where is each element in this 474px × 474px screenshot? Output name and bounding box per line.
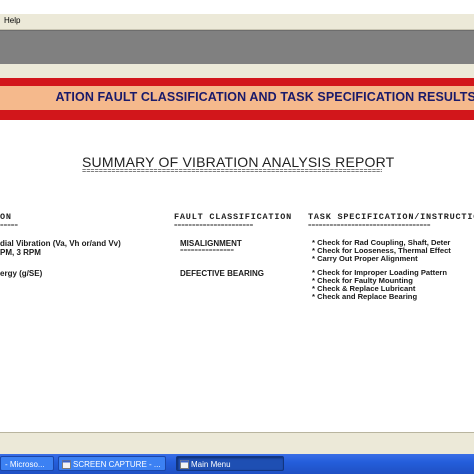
- column-header-task: TASK SPECIFICATION/INSTRUCTION: [308, 212, 474, 222]
- taskbar-label: - Microso...: [5, 460, 45, 469]
- taskbar-label: Main Menu: [191, 460, 231, 469]
- results-title: ATION FAULT CLASSIFICATION AND TASK SPEC…: [55, 90, 474, 104]
- taskbar-button-screen-capture[interactable]: SCREEN CAPTURE - ...: [58, 456, 166, 471]
- fault-misalignment: MISALIGNMENT: [180, 239, 242, 248]
- window-icon: [180, 460, 189, 469]
- task-item: * Carry Out Proper Alignment: [312, 254, 418, 263]
- title-separator: ========================================…: [82, 169, 382, 175]
- symptom-line: PM, 3 RPM: [0, 248, 41, 257]
- column-header-symptom: ON: [0, 212, 12, 222]
- column-underline-task: ==================================: [308, 223, 431, 228]
- fault-defective-bearing: DEFECTIVE BEARING: [180, 269, 265, 278]
- window-icon: [62, 460, 71, 469]
- task-item: * Check and Replace Bearing: [312, 292, 418, 301]
- symptom-line: dial Vibration (Va, Vh or/and Vv): [0, 239, 121, 248]
- column-underline-fault: ======================: [174, 223, 254, 228]
- taskbar-button-word[interactable]: - Microso...: [0, 456, 54, 471]
- menu-item-help[interactable]: Help: [4, 16, 20, 25]
- taskbar-button-main-menu[interactable]: Main Menu: [176, 456, 284, 471]
- column-underline-symptom: ======: [0, 223, 18, 228]
- title-box: ATION FAULT CLASSIFICATION AND TASK SPEC…: [0, 86, 474, 110]
- taskbar-label: SCREEN CAPTURE - ...: [73, 460, 161, 469]
- symptom-line: ergy (g/SE): [0, 269, 43, 278]
- form-footer: [0, 432, 474, 455]
- form-background: [0, 64, 474, 78]
- report-title: SUMMARY OF VIBRATION ANALYSIS REPORT: [82, 154, 395, 170]
- title-strip: [0, 0, 474, 14]
- menu-bar: Help: [0, 14, 474, 30]
- column-header-fault: FAULT CLASSIFICATION: [174, 212, 293, 222]
- toolbar-area: [0, 30, 474, 65]
- fault-underline: ===============: [180, 248, 235, 253]
